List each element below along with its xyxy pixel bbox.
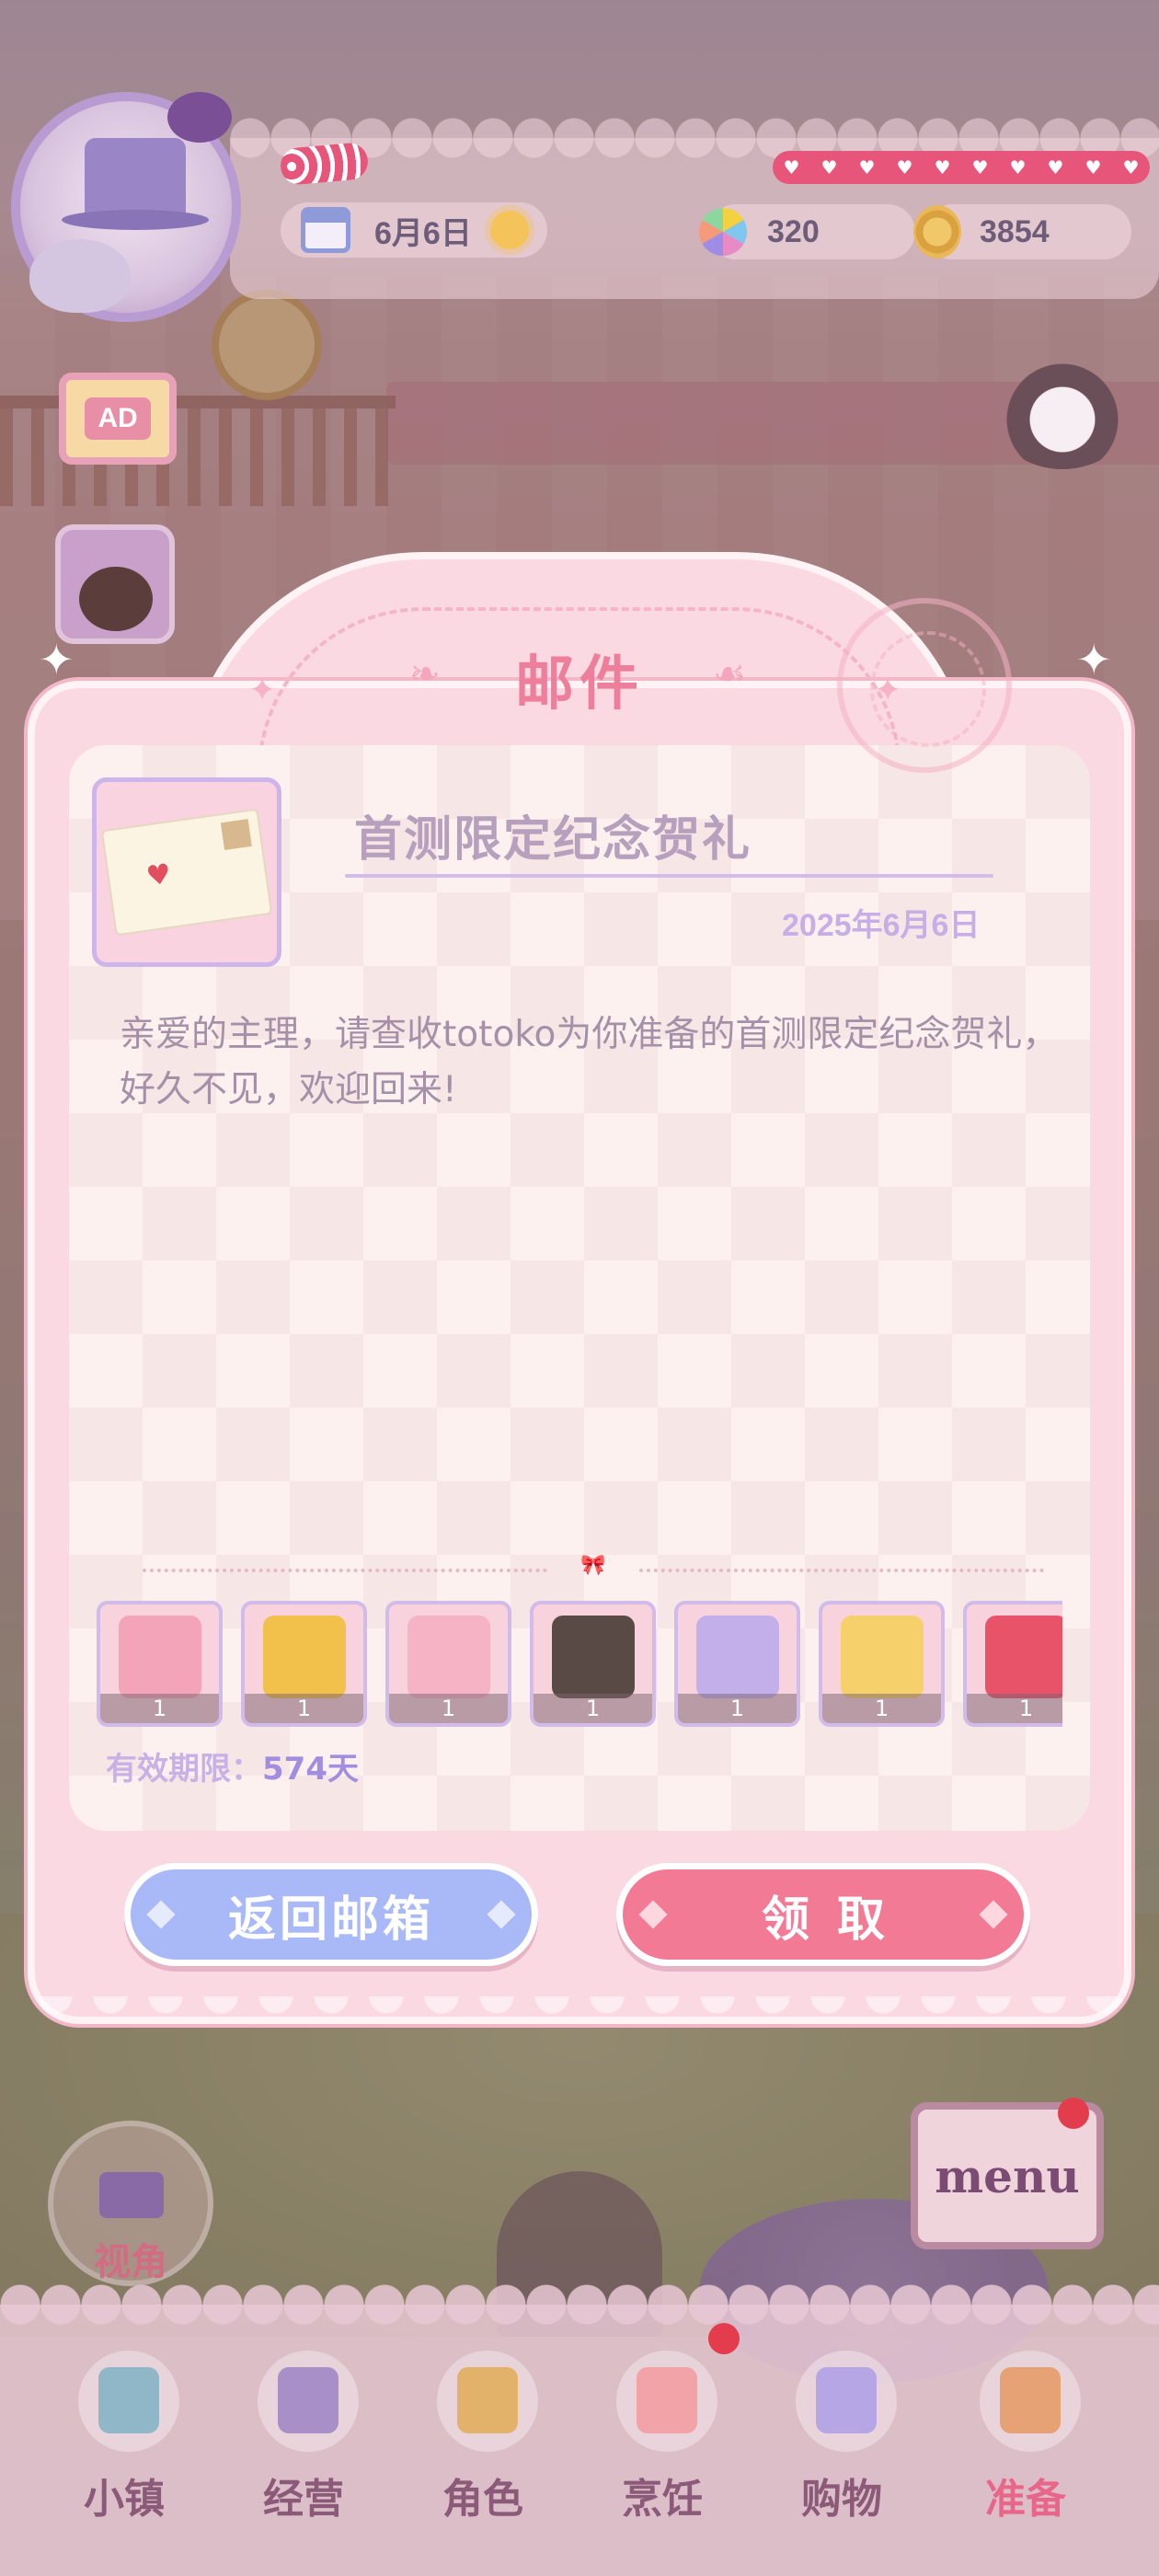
nav-item-shopping-bag[interactable]: 购物 (754, 2332, 929, 2535)
paw-icon (167, 92, 232, 143)
coin-icon (913, 205, 961, 259)
blonde-avatar-icon (841, 1616, 924, 1698)
coin-count: 3854 (980, 213, 1050, 249)
validity-info: 有效期限：574天 (106, 1743, 359, 1788)
strawberry-avatar-icon (985, 1616, 1062, 1698)
reward-list[interactable]: 1111111 (97, 1601, 1062, 1731)
subject-underline (345, 874, 993, 878)
flower-crown-icon (263, 1616, 346, 1698)
claim-button[interactable]: 领取 (616, 1863, 1030, 1966)
bottom-nav: 小镇 经营 角色 烹饪 购物 准备 (0, 2284, 1159, 2576)
reward-quantity: 1 (389, 1694, 508, 1723)
reward-quantity: 1 (678, 1694, 797, 1723)
reward-quantity: 1 (534, 1694, 652, 1723)
validity-value: 574天 (262, 1751, 359, 1788)
coin-counter[interactable]: 3854 (913, 204, 1131, 259)
mail-body-text: 亲爱的主理，请查收totoko为你准备的首测限定纪念贺礼，好久不见，欢迎回来! (120, 1014, 1059, 1110)
notification-dot (708, 2323, 740, 2354)
ad-label: AD (85, 397, 151, 440)
reward-item[interactable]: 1 (241, 1601, 367, 1727)
owl-chat-button[interactable] (993, 359, 1131, 469)
camera-view-button[interactable]: 视角 (48, 2121, 213, 2286)
calendar-icon (301, 207, 350, 253)
nav-label: 角色 (442, 2476, 523, 2523)
sun-icon (489, 211, 529, 249)
camera-label: 视角 (94, 2241, 167, 2283)
reward-quantity: 1 (100, 1694, 219, 1723)
mail-date: 2025年6月6日 (782, 908, 981, 943)
maid-dress-icon (552, 1616, 635, 1698)
player-avatar[interactable] (11, 92, 241, 322)
reward-item[interactable]: 1 (963, 1601, 1062, 1727)
nav-label: 烹饪 (622, 2476, 703, 2523)
validity-label: 有效期限： (106, 1751, 262, 1788)
reward-item[interactable]: 1 (530, 1601, 656, 1727)
nav-item-cake[interactable]: 烹饪 (575, 2332, 750, 2535)
gem-counter[interactable]: 320 (699, 204, 915, 259)
cat-icon (29, 239, 131, 313)
gem-count: 320 (767, 213, 820, 249)
dialog-lace-trim (28, 1960, 1131, 2024)
town-map-icon (78, 2351, 179, 2452)
reward-item[interactable]: 1 (385, 1601, 511, 1727)
claim-button-label: 领取 (761, 1892, 912, 1948)
nav-label: 小镇 (84, 2476, 165, 2523)
camera-icon (99, 2172, 164, 2218)
divider: 🎀 (143, 1554, 1044, 1578)
postmark-stamp-icon (837, 598, 1012, 773)
nav-item-character[interactable]: 角色 (396, 2332, 570, 2535)
back-button-label: 返回邮箱 (227, 1892, 434, 1948)
mail-subject: 首测限定纪念贺礼 (354, 812, 752, 868)
nav-label: 经营 (263, 2476, 344, 2523)
pink-dress-icon (407, 1616, 490, 1698)
back-to-mailbox-button[interactable]: 返回邮箱 (124, 1863, 538, 1966)
bow-icon: 🎀 (580, 1554, 606, 1577)
rainbow-gem-icon (699, 208, 747, 256)
nav-item-town-map[interactable]: 小镇 (37, 2332, 212, 2535)
reward-item[interactable]: 1 (674, 1601, 800, 1727)
ad-button[interactable]: AD (59, 373, 177, 465)
nav-label: 准备 (985, 2476, 1066, 2523)
character-icon (437, 2351, 538, 2452)
date-display: 6月6日 (281, 202, 547, 258)
outfit-shop-icon (119, 1616, 201, 1698)
player-id-redacted: ♥ ♥ ♥ ♥ ♥ ♥ ♥ ♥ ♥ ♥ (773, 151, 1150, 184)
shopping-bag-icon (796, 2351, 897, 2452)
date-text: 6月6日 (374, 215, 472, 251)
nav-label: 购物 (801, 2476, 882, 2523)
reward-quantity: 1 (245, 1694, 363, 1723)
reward-quantity: 1 (967, 1694, 1062, 1723)
letter-icon: ♥ (100, 808, 273, 937)
reward-item[interactable]: 1 (97, 1601, 223, 1727)
nav-item-shop-bag[interactable]: 经营 (216, 2332, 391, 2535)
mail-thumbnail: ♥ (92, 777, 281, 967)
basket-icon (980, 2351, 1081, 2452)
menu-label: menu (935, 2148, 1080, 2203)
nav-item-basket[interactable]: 准备 (938, 2332, 1113, 2535)
cake-icon (616, 2351, 717, 2452)
reward-item[interactable]: 1 (819, 1601, 945, 1727)
mail-dialog: ✦ ✦ ✦ ✦ ❧ ☙ 邮件 ♥ 首测限定纪念贺礼 2025年6月6日 亲爱的主… (28, 552, 1131, 2024)
reward-quantity: 1 (822, 1694, 941, 1723)
shop-bag-icon (258, 2351, 359, 2452)
notification-dot (1058, 2098, 1089, 2129)
top-hat-icon (62, 138, 209, 230)
lavender-hamster-icon (696, 1616, 779, 1698)
